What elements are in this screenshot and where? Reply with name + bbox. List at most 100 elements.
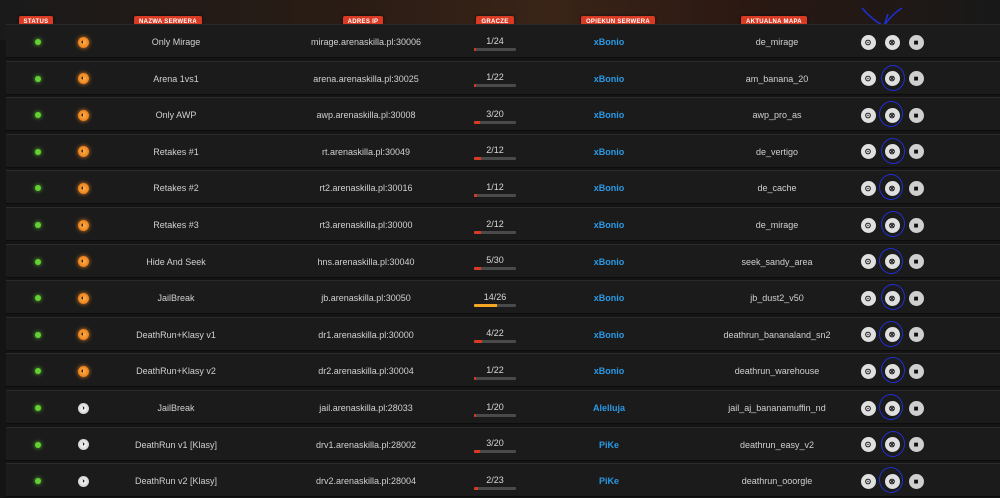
steam-icon[interactable]: ⊙ [860, 217, 876, 233]
tv-cell[interactable]: ■ [906, 464, 926, 498]
steam-icon[interactable]: ⊙ [860, 290, 876, 306]
tv-cell[interactable]: ■ [906, 428, 926, 462]
table-row[interactable]: ◑ JailBreak jail.arenaskilla.pl:28033 1/… [6, 390, 1000, 424]
tv-cell[interactable]: ■ [906, 62, 926, 96]
steam-icon[interactable]: ⊙ [860, 327, 876, 343]
steam-icon[interactable]: ⊙ [860, 473, 876, 489]
table-row[interactable]: ◐ Arena 1vs1 arena.arenaskilla.pl:30025 … [6, 60, 1000, 96]
table-row[interactable]: ◐ DeathRun+Klasy v1 dr1.arenaskilla.pl:3… [6, 316, 1000, 352]
owner-link[interactable]: xBonio [594, 366, 625, 376]
server-owner[interactable]: xBonio [564, 171, 654, 205]
tv-cell[interactable]: ■ [906, 171, 926, 205]
steam-connect-cell[interactable]: ⊙ [858, 135, 878, 169]
table-row[interactable]: ◐ DeathRun+Klasy v2 dr2.arenaskilla.pl:3… [6, 353, 1000, 388]
steam-icon[interactable]: ⊙ [860, 254, 876, 270]
video-camera-icon[interactable]: ■ [908, 71, 924, 87]
server-ip[interactable]: jb.arenaskilla.pl:30050 [286, 281, 446, 315]
server-owner[interactable]: Alelluja [564, 391, 654, 425]
video-camera-icon[interactable]: ■ [908, 437, 924, 453]
tv-cell[interactable]: ■ [906, 208, 926, 242]
table-row[interactable]: ◐ Only Mirage mirage.arenaskilla.pl:3000… [6, 24, 1000, 58]
steam-icon[interactable]: ⊙ [860, 107, 876, 123]
server-ip[interactable]: rt.arenaskilla.pl:30049 [286, 135, 446, 169]
owner-link[interactable]: xBonio [594, 74, 625, 84]
tv-cell[interactable]: ■ [906, 135, 926, 169]
table-row[interactable]: ◐ Retakes #3 rt3.arenaskilla.pl:30000 2/… [6, 207, 1000, 241]
table-row[interactable]: ◐ Hide And Seek hns.arenaskilla.pl:30040… [6, 243, 1000, 279]
connect-icon[interactable]: ⊗ [884, 34, 900, 50]
owner-link[interactable]: Alelluja [593, 403, 625, 413]
owner-link[interactable]: xBonio [594, 183, 625, 193]
server-owner[interactable]: PiKe [564, 428, 654, 462]
server-ip[interactable]: dr1.arenaskilla.pl:30000 [286, 318, 446, 352]
owner-link[interactable]: xBonio [594, 330, 625, 340]
steam-connect-cell[interactable]: ⊙ [858, 98, 878, 132]
tv-cell[interactable]: ■ [906, 281, 926, 315]
server-owner[interactable]: xBonio [564, 208, 654, 242]
owner-link[interactable]: xBonio [594, 37, 625, 47]
server-ip[interactable]: dr2.arenaskilla.pl:30004 [286, 354, 446, 388]
steam-icon[interactable]: ⊙ [860, 34, 876, 50]
steam-icon[interactable]: ⊙ [860, 180, 876, 196]
steam-connect-cell[interactable]: ⊙ [858, 62, 878, 96]
steam-connect-cell[interactable]: ⊙ [858, 25, 878, 59]
table-row[interactable]: ◑ DeathRun v1 [Klasy] drv1.arenaskilla.p… [6, 426, 1000, 462]
server-owner[interactable]: xBonio [564, 98, 654, 132]
tv-cell[interactable]: ■ [906, 245, 926, 279]
video-camera-icon[interactable]: ■ [908, 144, 924, 160]
tv-cell[interactable]: ■ [906, 318, 926, 352]
owner-link[interactable]: xBonio [594, 220, 625, 230]
steam-icon[interactable]: ⊙ [860, 363, 876, 379]
table-row[interactable]: ◐ Only AWP awp.arenaskilla.pl:30008 3/20… [6, 97, 1000, 132]
video-camera-icon[interactable]: ■ [908, 254, 924, 270]
steam-connect-cell[interactable]: ⊙ [858, 208, 878, 242]
steam-icon[interactable]: ⊙ [860, 144, 876, 160]
server-owner[interactable]: xBonio [564, 318, 654, 352]
video-camera-icon[interactable]: ■ [908, 363, 924, 379]
server-ip[interactable]: jail.arenaskilla.pl:28033 [286, 391, 446, 425]
server-ip[interactable]: awp.arenaskilla.pl:30008 [286, 98, 446, 132]
tv-cell[interactable]: ■ [906, 25, 926, 59]
table-row[interactable]: ◐ JailBreak jb.arenaskilla.pl:30050 14/2… [6, 280, 1000, 315]
steam-icon[interactable]: ⊙ [860, 71, 876, 87]
table-row[interactable]: ◐ Retakes #1 rt.arenaskilla.pl:30049 2/1… [6, 133, 1000, 169]
steam-connect-cell[interactable]: ⊙ [858, 428, 878, 462]
steam-connect-cell[interactable]: ⊙ [858, 245, 878, 279]
steam-connect-cell[interactable]: ⊙ [858, 171, 878, 205]
video-camera-icon[interactable]: ■ [908, 400, 924, 416]
steam-icon[interactable]: ⊙ [860, 400, 876, 416]
server-owner[interactable]: xBonio [564, 25, 654, 59]
table-row[interactable]: ◑ DeathRun v2 [Klasy] drv2.arenaskilla.p… [6, 463, 1000, 498]
server-ip[interactable]: hns.arenaskilla.pl:30040 [286, 245, 446, 279]
steam-connect-cell[interactable]: ⊙ [858, 354, 878, 388]
owner-link[interactable]: xBonio [594, 110, 625, 120]
owner-link[interactable]: PiKe [599, 476, 619, 486]
server-owner[interactable]: xBonio [564, 245, 654, 279]
server-owner[interactable]: xBonio [564, 354, 654, 388]
server-ip[interactable]: drv2.arenaskilla.pl:28004 [286, 464, 446, 498]
connect-cell[interactable]: ⊗ [882, 25, 902, 59]
steam-connect-cell[interactable]: ⊙ [858, 391, 878, 425]
server-ip[interactable]: arena.arenaskilla.pl:30025 [286, 62, 446, 96]
steam-icon[interactable]: ⊙ [860, 437, 876, 453]
video-camera-icon[interactable]: ■ [908, 34, 924, 50]
table-row[interactable]: ◐ Retakes #2 rt2.arenaskilla.pl:30016 1/… [6, 170, 1000, 205]
server-owner[interactable]: xBonio [564, 62, 654, 96]
video-camera-icon[interactable]: ■ [908, 327, 924, 343]
server-ip[interactable]: rt3.arenaskilla.pl:30000 [286, 208, 446, 242]
owner-link[interactable]: xBonio [594, 147, 625, 157]
tv-cell[interactable]: ■ [906, 391, 926, 425]
steam-connect-cell[interactable]: ⊙ [858, 318, 878, 352]
owner-link[interactable]: xBonio [594, 257, 625, 267]
owner-link[interactable]: xBonio [594, 293, 625, 303]
video-camera-icon[interactable]: ■ [908, 473, 924, 489]
video-camera-icon[interactable]: ■ [908, 180, 924, 196]
server-owner[interactable]: xBonio [564, 135, 654, 169]
tv-cell[interactable]: ■ [906, 354, 926, 388]
steam-connect-cell[interactable]: ⊙ [858, 464, 878, 498]
video-camera-icon[interactable]: ■ [908, 107, 924, 123]
steam-connect-cell[interactable]: ⊙ [858, 281, 878, 315]
server-ip[interactable]: rt2.arenaskilla.pl:30016 [286, 171, 446, 205]
owner-link[interactable]: PiKe [599, 440, 619, 450]
server-owner[interactable]: PiKe [564, 464, 654, 498]
